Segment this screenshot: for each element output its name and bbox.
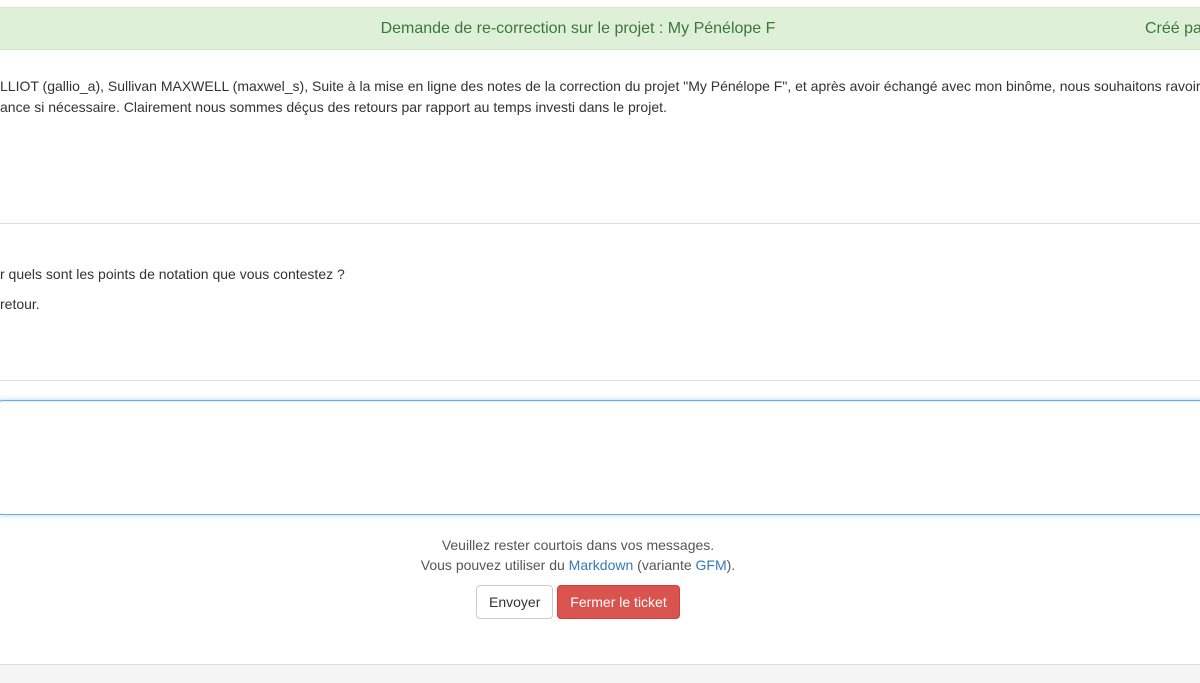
message-text-line: r quels sont les points de notation que … bbox=[0, 266, 345, 282]
message-text-line: LLIOT (gallio_a), Sullivan MAXWELL (maxw… bbox=[0, 78, 1200, 94]
page-footer bbox=[0, 664, 1200, 683]
reply-textarea[interactable] bbox=[0, 400, 1200, 515]
ticket-header: Demande de re-correction sur le projet :… bbox=[0, 7, 1200, 50]
gfm-link[interactable]: GFM bbox=[696, 557, 727, 573]
send-button[interactable]: Envoyer bbox=[476, 585, 553, 619]
ticket-author-label: Créé pa bbox=[1145, 20, 1200, 37]
markdown-hint: Vous pouvez utiliser du Markdown (varian… bbox=[0, 555, 1156, 575]
courtesy-hint: Veuillez rester courtois dans vos messag… bbox=[441, 537, 715, 553]
ticket-title: Demande de re-correction sur le projet :… bbox=[380, 20, 776, 37]
markdown-hint-prefix: Vous pouvez utiliser du bbox=[420, 557, 569, 573]
message-item: LLIOT (gallio_a), Sullivan MAXWELL (maxw… bbox=[0, 76, 1200, 224]
markdown-link[interactable]: Markdown bbox=[569, 557, 634, 573]
message-text-line: ance si nécessaire. Clairement nous somm… bbox=[0, 99, 667, 115]
variant-suffix: ). bbox=[726, 557, 736, 573]
top-spacer bbox=[0, 0, 1200, 7]
close-ticket-button[interactable]: Fermer le ticket bbox=[557, 585, 680, 619]
variant-prefix: (variante bbox=[633, 557, 696, 573]
message-item: r quels sont les points de notation que … bbox=[0, 224, 1200, 381]
message-text-line: retour. bbox=[0, 296, 40, 312]
